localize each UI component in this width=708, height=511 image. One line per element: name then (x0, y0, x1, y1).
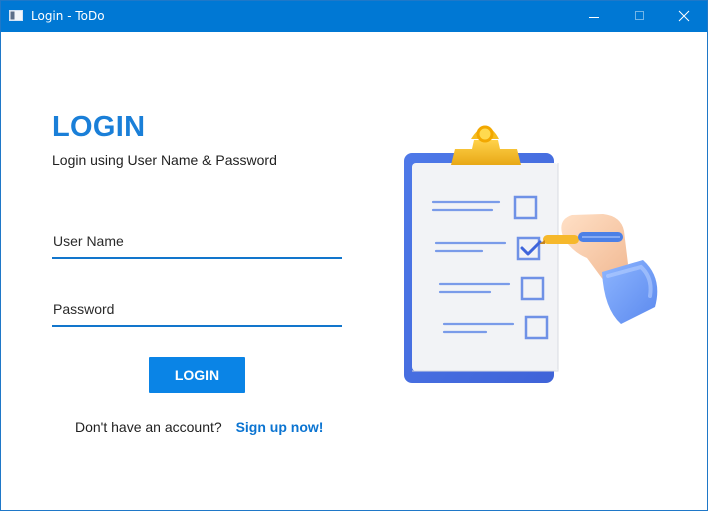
signup-row: Don't have an account? Sign up now! (75, 419, 323, 435)
title-bar[interactable]: Login - ToDo (1, 1, 707, 32)
login-subtitle: Login using User Name & Password (52, 152, 277, 168)
close-button[interactable] (661, 1, 707, 32)
login-window: Login - ToDo LOGIN Login using User Name… (0, 0, 708, 511)
minimize-icon (589, 17, 599, 18)
app-window-icon (9, 10, 23, 21)
clipboard-checklist-illustration (404, 125, 658, 383)
maximize-button[interactable] (617, 1, 663, 32)
password-field (52, 295, 342, 327)
maximize-icon (635, 11, 644, 20)
login-button[interactable]: LOGIN (149, 357, 245, 393)
close-icon (678, 10, 690, 22)
signup-link[interactable]: Sign up now! (236, 419, 324, 435)
no-account-text: Don't have an account? (75, 419, 222, 435)
minimize-button[interactable] (571, 1, 617, 32)
window-title: Login - ToDo (31, 9, 105, 23)
username-field (52, 227, 342, 259)
username-input[interactable] (52, 227, 342, 255)
login-heading: LOGIN (52, 111, 146, 143)
password-input[interactable] (52, 295, 342, 323)
